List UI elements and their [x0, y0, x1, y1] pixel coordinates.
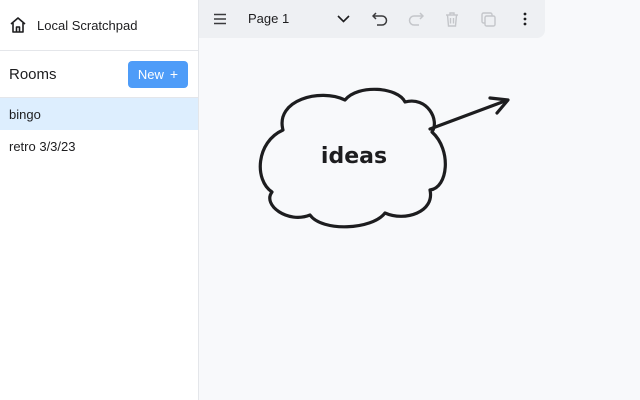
- home-icon[interactable]: [9, 16, 27, 34]
- app-title: Local Scratchpad: [37, 17, 138, 33]
- room-list: bingo retro 3/3/23: [0, 98, 198, 162]
- arrow-shape[interactable]: [428, 96, 510, 131]
- cloud-label: ideas: [321, 144, 387, 169]
- plus-icon: +: [169, 66, 179, 82]
- room-item-retro[interactable]: retro 3/3/23: [0, 130, 198, 162]
- sidebar: Local Scratchpad Rooms New + bingo retro…: [0, 0, 199, 400]
- new-room-button[interactable]: New +: [128, 60, 188, 88]
- room-item-bingo[interactable]: bingo: [0, 98, 198, 130]
- sidebar-header: Local Scratchpad: [0, 0, 198, 51]
- new-room-label: New: [137, 66, 164, 82]
- canvas-shapes: ideas: [258, 87, 510, 229]
- cloud-shape[interactable]: ideas: [258, 87, 447, 229]
- rooms-title: Rooms: [9, 65, 57, 83]
- rooms-header: Rooms New +: [0, 51, 198, 98]
- drawing-canvas[interactable]: ideas: [199, 38, 640, 400]
